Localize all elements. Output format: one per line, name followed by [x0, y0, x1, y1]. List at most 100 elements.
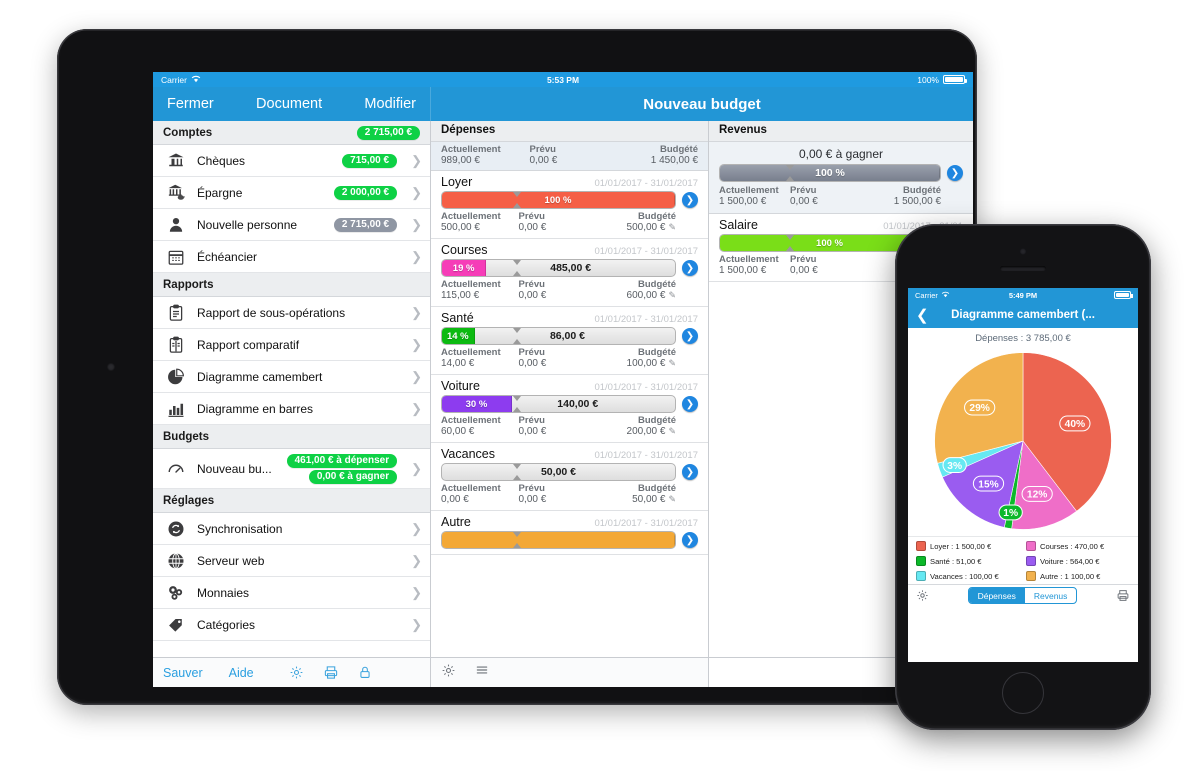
chevron-right-icon: ❯ — [411, 460, 422, 476]
sidebar-item-ch-ancier[interactable]: Échéancier ❯ — [153, 241, 430, 273]
sidebar-list[interactable]: Comptes 2 715,00 € Chèques 715,00 € ❯ Épargne… — [153, 121, 430, 657]
back-icon[interactable]: ❮ — [916, 306, 929, 324]
sidebar-item-diagramme-camembert[interactable]: Diagramme camembert ❯ — [153, 361, 430, 393]
category-detail-button[interactable]: ❯ — [682, 260, 698, 276]
marker-bottom-icon[interactable] — [512, 407, 521, 412]
budget-progress-bar[interactable]: 14 % 86,00 € — [441, 327, 676, 345]
sidebar-item-serveur-web[interactable]: Serveur web ❯ — [153, 545, 430, 577]
category-bar-row: 19 % 485,00 € ❯ — [441, 259, 698, 277]
sidebar-item-rapport-comparatif[interactable]: Rapport comparatif ❯ — [153, 329, 430, 361]
marker-top-icon[interactable] — [512, 328, 521, 333]
edit-pencil-icon[interactable]: ✎ — [668, 290, 676, 300]
budget-category-row[interactable]: Courses 01/01/2017 - 31/01/2017 19 % 485,00… — [431, 239, 708, 307]
marker-top-icon[interactable] — [512, 192, 521, 197]
bar-amount-label: 140,00 € — [557, 398, 599, 410]
segment-d-penses[interactable]: Dépenses — [968, 588, 1025, 603]
marker-top-icon[interactable] — [512, 396, 521, 401]
page-title: Nouveau budget — [643, 95, 761, 113]
gear-icon[interactable] — [916, 589, 929, 602]
income-header: Revenus — [709, 121, 973, 142]
sidebar-item-label: Serveur web — [197, 553, 265, 568]
home-button[interactable] — [1002, 672, 1044, 714]
print-icon[interactable] — [1116, 589, 1130, 602]
help-button[interactable]: Aide — [229, 666, 254, 680]
edit-pencil-icon[interactable]: ✎ — [668, 358, 676, 368]
sidebar-item-badge: 715,00 € — [342, 153, 398, 168]
sidebar-item-synchronisation[interactable]: Synchronisation ❯ — [153, 513, 430, 545]
marker-bottom-icon[interactable] — [786, 246, 795, 251]
lock-icon[interactable] — [348, 665, 382, 680]
segment-revenus[interactable]: Revenus — [1025, 588, 1077, 603]
budget-progress-bar[interactable] — [441, 531, 676, 549]
category-detail-button[interactable]: ❯ — [682, 464, 698, 480]
sidebar-item-monnaies[interactable]: Monnaies ❯ — [153, 577, 430, 609]
marker-top-icon[interactable] — [786, 235, 795, 240]
expenses-list[interactable]: Loyer 01/01/2017 - 31/01/2017 100 % ❯ Actuel… — [431, 171, 708, 555]
actual-label: Actuellement — [441, 415, 501, 426]
legend-label: Vacances : 100,00 € — [930, 571, 999, 581]
sidebar-item-ch-ques[interactable]: Chèques 715,00 € ❯ — [153, 145, 430, 177]
category-detail-button[interactable]: ❯ — [682, 532, 698, 548]
sidebar-item-nouveau-bu[interactable]: Nouveau bu... 461,00 € à dépenser 0,00 € à… — [153, 449, 430, 489]
pie-slice-label: 29% — [964, 399, 996, 416]
category-figures: Actuellement 500,00 € Prévu 0,00 € Budgété 50… — [441, 211, 698, 233]
income-budgeted-label: Budgété — [903, 185, 941, 196]
planned-label: Prévu — [518, 415, 545, 426]
sidebar-section-header: Budgets — [153, 425, 430, 449]
close-button[interactable]: Fermer — [167, 96, 214, 112]
income-summary-percent: 100 % — [815, 167, 845, 179]
sidebar-toolbar: Sauver Aide — [153, 657, 430, 687]
sidebar-item-label: Synchronisation — [197, 521, 283, 536]
budget-category-row[interactable]: Loyer 01/01/2017 - 31/01/2017 100 % ❯ Actuel… — [431, 171, 708, 239]
expense-income-segmented-control[interactable]: Dépenses Revenus — [967, 587, 1078, 604]
budget-category-row[interactable]: Autre 01/01/2017 - 31/01/2017 ❯ — [431, 511, 708, 555]
print-icon[interactable] — [314, 665, 348, 680]
planned-label: Prévu — [518, 279, 545, 290]
marker-top-icon[interactable] — [512, 532, 521, 537]
progress-fill — [442, 532, 675, 548]
document-button[interactable]: Document — [256, 96, 322, 112]
sidebar-item-diagramme-en-barres[interactable]: Diagramme en barres ❯ — [153, 393, 430, 425]
person-icon — [165, 214, 187, 236]
sidebar-item-nouvelle-personne[interactable]: Nouvelle personne 2 715,00 € ❯ — [153, 209, 430, 241]
edit-button[interactable]: Modifier — [364, 96, 416, 112]
category-bar-row: ❯ — [441, 531, 698, 549]
category-detail-button[interactable]: ❯ — [682, 396, 698, 412]
marker-bottom-icon[interactable] — [512, 271, 521, 276]
category-name: Vacances — [441, 447, 495, 461]
sidebar-item-rapport-de-sous-op-rations[interactable]: Rapport de sous-opérations ❯ — [153, 297, 430, 329]
sidebar-item-label: Nouveau bu... — [197, 461, 272, 476]
budget-category-row[interactable]: Vacances 01/01/2017 - 31/01/2017 50,00 € ❯ A… — [431, 443, 708, 511]
chevron-right-icon: ❯ — [411, 304, 422, 320]
marker-top-icon[interactable] — [512, 260, 521, 265]
budget-progress-bar[interactable]: 30 % 140,00 € — [441, 395, 676, 413]
budget-progress-bar[interactable]: 19 % 485,00 € — [441, 259, 676, 277]
category-detail-button[interactable]: ❯ — [682, 328, 698, 344]
gear-icon[interactable] — [441, 663, 456, 683]
edit-pencil-icon[interactable]: ✎ — [668, 494, 676, 504]
sidebar-item-cat-gories[interactable]: Catégories ❯ — [153, 609, 430, 641]
income-summary-bar[interactable]: 100 % — [719, 164, 941, 182]
sidebar-section-header: Réglages — [153, 489, 430, 513]
category-detail-button[interactable]: ❯ — [682, 192, 698, 208]
save-button[interactable]: Sauver — [163, 666, 203, 680]
sidebar-item-pargne[interactable]: Épargne 2 000,00 € ❯ — [153, 177, 430, 209]
legend-color-swatch — [1026, 556, 1036, 566]
edit-pencil-icon[interactable]: ✎ — [668, 426, 676, 436]
marker-bottom-icon[interactable] — [512, 543, 521, 548]
edit-pencil-icon[interactable]: ✎ — [668, 222, 676, 232]
marker-bottom-icon[interactable] — [512, 475, 521, 480]
budget-category-row[interactable]: Santé 01/01/2017 - 31/01/2017 14 % 86,00 € ❯… — [431, 307, 708, 375]
pie-chart-svg: 40% 12% 1% 15% 3% 29% — [934, 352, 1112, 530]
budget-category-row[interactable]: Voiture 01/01/2017 - 31/01/2017 30 % 140,00… — [431, 375, 708, 443]
income-actual-label: Actuellement — [719, 185, 779, 196]
menu-icon[interactable] — [474, 663, 490, 682]
budget-progress-bar[interactable]: 50,00 € — [441, 463, 676, 481]
marker-bottom-icon[interactable] — [512, 339, 521, 344]
marker-bottom-icon[interactable] — [512, 203, 521, 208]
category-name: Santé — [441, 311, 474, 325]
gear-icon[interactable] — [280, 665, 314, 680]
income-summary-detail-button[interactable]: ❯ — [947, 165, 963, 181]
budget-progress-bar[interactable]: 100 % — [441, 191, 676, 209]
marker-top-icon[interactable] — [512, 464, 521, 469]
